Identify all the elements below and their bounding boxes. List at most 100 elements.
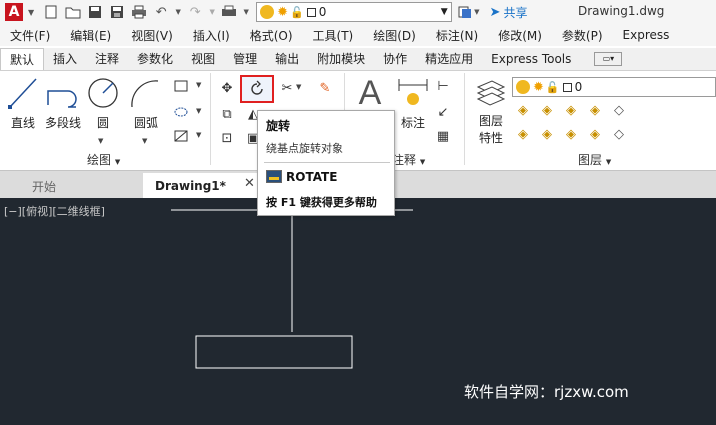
undo-icon[interactable]: ↶ bbox=[152, 3, 170, 21]
tab-default[interactable]: 默认 bbox=[0, 48, 45, 70]
boundary-dropdown-icon[interactable]: ▼ bbox=[196, 131, 201, 139]
menu-draw[interactable]: 绘图(D) bbox=[363, 27, 426, 44]
layer-tool-icon[interactable]: ◈ bbox=[586, 101, 604, 119]
layer-tool-icon[interactable]: ◇ bbox=[610, 125, 628, 143]
hatch-icon[interactable] bbox=[172, 103, 190, 121]
tab-start[interactable]: 开始 bbox=[32, 178, 56, 195]
print-icon[interactable] bbox=[130, 3, 148, 21]
dimension-button[interactable]: 标注 bbox=[396, 75, 430, 133]
layer-tool-icon[interactable]: ◈ bbox=[538, 101, 556, 119]
annotation-panel-dropdown-icon: ▼ bbox=[419, 158, 426, 166]
app-logo-letter: A bbox=[5, 3, 23, 21]
quick-access-toolbar: ↶ ▼ ↷ ▼ ▼ bbox=[40, 0, 252, 24]
arc-icon bbox=[131, 80, 159, 108]
tooltip-description: 绕基点旋转对象 bbox=[266, 142, 343, 155]
polyline-button[interactable]: 多段线 bbox=[42, 75, 84, 133]
tab-manage[interactable]: 管理 bbox=[224, 48, 266, 70]
new-file-icon[interactable] bbox=[42, 3, 60, 21]
bulb-icon bbox=[516, 80, 530, 94]
chevron-down-icon: ▼ bbox=[440, 7, 448, 17]
menu-dimension[interactable]: 标注(N) bbox=[426, 27, 488, 44]
linear-dim-icon[interactable]: ⊢ bbox=[434, 77, 452, 95]
save-as-icon[interactable] bbox=[108, 3, 126, 21]
menu-format[interactable]: 格式(O) bbox=[240, 27, 303, 44]
plot-dropdown-icon[interactable]: ▼ bbox=[242, 3, 250, 21]
layer-tools-icon[interactable] bbox=[456, 3, 474, 21]
undo-dropdown-icon[interactable]: ▼ bbox=[174, 3, 182, 21]
color-swatch-icon bbox=[306, 7, 316, 17]
app-logo-button[interactable]: A bbox=[0, 0, 28, 24]
drawing-canvas[interactable]: [−][俯视][二维线框] 软件自学网：rjzxw.com bbox=[0, 198, 716, 425]
hatch-dropdown-icon[interactable]: ▼ bbox=[196, 107, 201, 115]
layer-tool-icon[interactable]: ◈ bbox=[514, 101, 532, 119]
layer-dropdown[interactable]: ✹ 🔓 0 ▼ bbox=[256, 2, 453, 22]
tab-output[interactable]: 输出 bbox=[266, 48, 308, 70]
arc-button[interactable]: 圆弧 bbox=[126, 75, 166, 133]
app-menu-dropdown-icon[interactable]: ▼ bbox=[28, 8, 34, 17]
text-button[interactable]: A bbox=[352, 75, 388, 115]
bulb-icon bbox=[260, 5, 275, 19]
menu-tools[interactable]: 工具(T) bbox=[303, 27, 364, 44]
layer-tool-icon[interactable]: ◈ bbox=[562, 125, 580, 143]
layer-tools-dropdown-icon[interactable]: ▼ bbox=[474, 8, 479, 16]
tab-featured-apps[interactable]: 精选应用 bbox=[416, 48, 482, 70]
plot-icon[interactable] bbox=[220, 3, 238, 21]
table-icon[interactable]: ▦ bbox=[434, 127, 452, 145]
erase-icon[interactable]: ✎ bbox=[316, 79, 334, 97]
leader-icon[interactable]: ↙ bbox=[434, 103, 452, 121]
tooltip-title: 旋转 bbox=[266, 119, 291, 133]
unlock-icon: 🔓 bbox=[290, 5, 304, 19]
tab-parametric[interactable]: 参数化 bbox=[128, 48, 182, 70]
tab-express-tools[interactable]: Express Tools bbox=[482, 48, 580, 70]
menu-view[interactable]: 视图(V) bbox=[121, 27, 183, 44]
circle-button[interactable]: 圆 bbox=[86, 75, 120, 133]
tab-collaborate[interactable]: 协作 bbox=[374, 48, 416, 70]
layer-value: 0 bbox=[318, 5, 327, 19]
arc-dropdown-icon[interactable]: ▼ bbox=[142, 137, 147, 145]
annotation-panel-title[interactable]: 注释 ▼ bbox=[392, 151, 425, 168]
line-button[interactable]: 直线 bbox=[6, 75, 40, 133]
rectangle-dropdown-icon[interactable]: ▼ bbox=[196, 81, 201, 89]
draw-panel-dropdown-icon: ▼ bbox=[114, 158, 121, 166]
rotate-button[interactable] bbox=[240, 75, 274, 103]
send-icon: ➤ bbox=[489, 4, 501, 20]
menu-insert[interactable]: 插入(I) bbox=[183, 27, 240, 44]
layer-tool-icon[interactable]: ◇ bbox=[610, 101, 628, 119]
redo-icon[interactable]: ↷ bbox=[186, 3, 204, 21]
tab-annotate[interactable]: 注释 bbox=[86, 48, 128, 70]
tab-view[interactable]: 视图 bbox=[182, 48, 224, 70]
ribbon-toggle-icon[interactable]: ▭▾ bbox=[594, 52, 623, 66]
move-icon[interactable]: ✥ bbox=[218, 79, 236, 97]
copy-icon[interactable]: ⧉ bbox=[218, 105, 236, 123]
menu-file[interactable]: 文件(F) bbox=[0, 27, 60, 44]
layer-panel-title[interactable]: 图层 ▼ bbox=[578, 151, 611, 168]
layer-tool-icon[interactable]: ◈ bbox=[562, 101, 580, 119]
menu-express[interactable]: Express bbox=[613, 28, 680, 42]
menu-bar: 文件(F) 编辑(E) 视图(V) 插入(I) 格式(O) 工具(T) 绘图(D… bbox=[0, 24, 716, 46]
polyline-label: 多段线 bbox=[44, 116, 81, 130]
redo-dropdown-icon[interactable]: ▼ bbox=[208, 3, 216, 21]
menu-edit[interactable]: 编辑(E) bbox=[60, 27, 121, 44]
rectangle-icon[interactable] bbox=[172, 77, 190, 95]
layer-tool-icon[interactable]: ◈ bbox=[514, 125, 532, 143]
boundary-icon[interactable] bbox=[172, 127, 190, 145]
circle-dropdown-icon[interactable]: ▼ bbox=[98, 137, 103, 145]
trim-dropdown-icon[interactable]: ▼ bbox=[296, 83, 301, 91]
layer-properties-button[interactable]: 图层 特性 bbox=[472, 75, 510, 147]
menu-parametric[interactable]: 参数(P) bbox=[552, 27, 613, 44]
share-button[interactable]: ➤ 共享 bbox=[490, 4, 528, 21]
trim-icon[interactable]: ✂ bbox=[278, 79, 296, 97]
layer-tool-icon[interactable]: ◈ bbox=[586, 125, 604, 143]
draw-panel-title[interactable]: 绘图 ▼ bbox=[87, 151, 120, 168]
open-folder-icon[interactable] bbox=[64, 3, 82, 21]
tab-insert[interactable]: 插入 bbox=[44, 48, 86, 70]
title-bar: A ▼ ↶ ▼ ↷ ▼ ▼ ✹ 🔓 0 ▼ ▼ ➤ 共享 Drawing1.dw… bbox=[0, 0, 716, 24]
save-icon[interactable] bbox=[86, 3, 104, 21]
stretch-icon[interactable]: ⊡ bbox=[218, 129, 236, 147]
close-icon[interactable]: ✕ bbox=[244, 176, 255, 191]
layer-tool-icon[interactable]: ◈ bbox=[538, 125, 556, 143]
separator bbox=[464, 73, 465, 165]
tab-addins[interactable]: 附加模块 bbox=[308, 48, 374, 70]
ribbon-layer-dropdown[interactable]: ✹ 🔓 0 bbox=[512, 77, 716, 97]
menu-modify[interactable]: 修改(M) bbox=[488, 27, 552, 44]
